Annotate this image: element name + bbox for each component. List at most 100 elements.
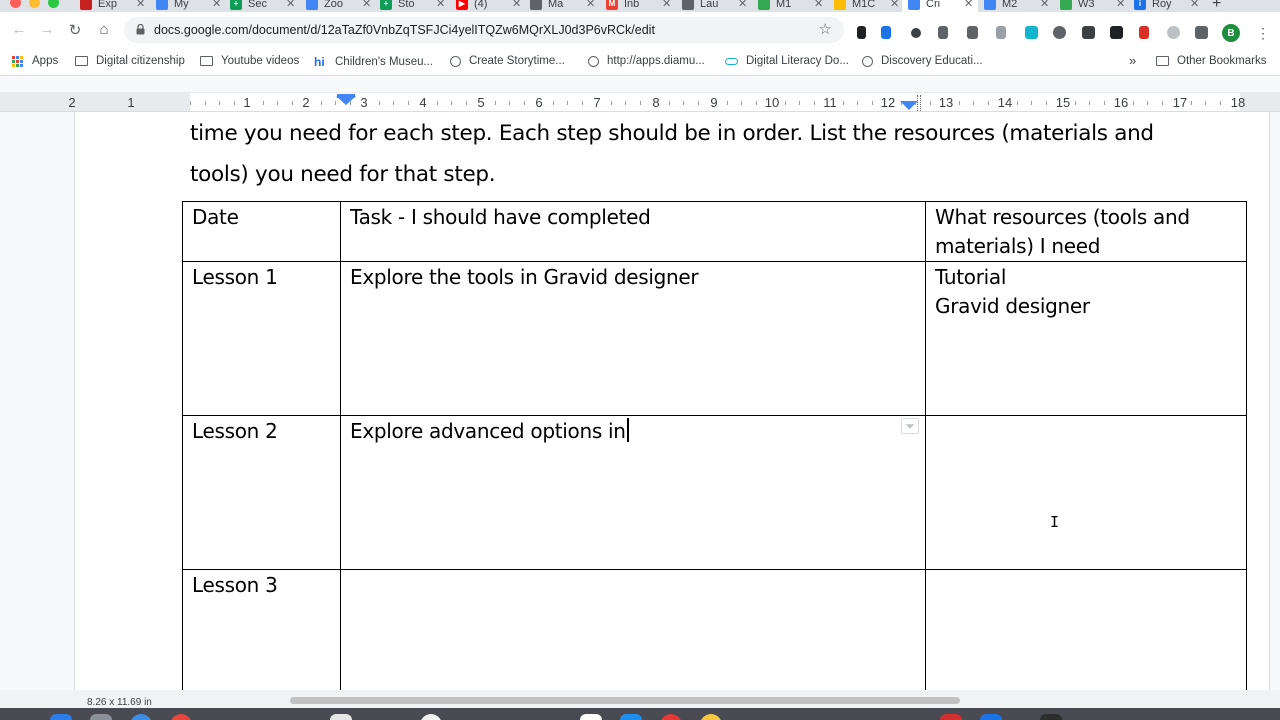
- right-indent-marker[interactable]: [900, 101, 918, 110]
- tab-close-icon[interactable]: ✕: [890, 0, 899, 10]
- screenshot-extension-icon[interactable]: [1025, 26, 1038, 39]
- tab-close-icon[interactable]: ✕: [1040, 0, 1049, 10]
- date-cell[interactable]: Lesson 1: [182, 261, 341, 416]
- browser-tab[interactable]: M2 ✕: [984, 0, 1054, 12]
- date-cell[interactable]: Lesson 2: [182, 415, 341, 570]
- resources-cell[interactable]: [925, 415, 1247, 570]
- other-bookmarks-folder[interactable]: Other Bookmarks: [1156, 55, 1266, 67]
- header-resources-cell[interactable]: What resources (tools and materials) I n…: [925, 201, 1247, 262]
- bookmark-item[interactable]: Discovery Educati...: [862, 55, 983, 67]
- browser-tab[interactable]: i Roy ✕: [1134, 0, 1204, 12]
- tab-close-icon[interactable]: ✕: [1116, 0, 1125, 10]
- tab-close-icon[interactable]: ✕: [1190, 0, 1199, 10]
- extensions-puzzle-icon[interactable]: [1195, 26, 1208, 39]
- tab-close-icon[interactable]: ✕: [212, 0, 221, 10]
- dock-app-icon[interactable]: [700, 714, 722, 720]
- tab-close-icon[interactable]: ✕: [964, 0, 973, 10]
- browser-tab[interactable]: Lau ✕: [682, 0, 752, 12]
- hand-extension-icon[interactable]: [996, 26, 1006, 39]
- document-page[interactable]: time you need for each step. Each step s…: [74, 112, 1270, 690]
- browser-tab[interactable]: My ✕: [156, 0, 226, 12]
- header-task-cell[interactable]: Task - I should have completed: [340, 201, 926, 262]
- tab-close-icon[interactable]: ✕: [586, 0, 595, 10]
- cell-options-dropdown-icon[interactable]: [901, 418, 919, 434]
- zoom-window-button[interactable]: [48, 0, 59, 8]
- bookmark-item[interactable]: Digital citizenship: [75, 55, 185, 67]
- browser-tab[interactable]: M1C ✕: [834, 0, 904, 12]
- profile-avatar[interactable]: B: [1222, 24, 1240, 42]
- bookmark-star-icon[interactable]: ☆: [819, 20, 832, 38]
- bookmark-item[interactable]: Youtube videos: [200, 55, 299, 67]
- browser-tab[interactable]: + Sec ✕: [230, 0, 300, 12]
- shield-extension-icon[interactable]: [967, 26, 978, 39]
- resources-cell[interactable]: Tutorial Gravid designer: [925, 261, 1247, 416]
- forward-button[interactable]: →: [38, 21, 56, 38]
- task-cell[interactable]: [340, 569, 926, 690]
- back-button[interactable]: ←: [10, 21, 28, 38]
- new-tab-button[interactable]: +: [1212, 0, 1221, 12]
- tab-close-icon[interactable]: ✕: [362, 0, 371, 10]
- minimize-window-button[interactable]: [29, 0, 40, 8]
- dock-app-icon[interactable]: [330, 714, 352, 720]
- first-line-indent-marker[interactable]: [337, 94, 355, 98]
- pinterest-extension-icon[interactable]: [1053, 26, 1066, 39]
- bookmark-item[interactable]: hi Children's Museu...: [314, 55, 433, 69]
- bookmark-item[interactable]: Create Storytime...: [450, 55, 565, 67]
- dock-safari-icon[interactable]: [130, 714, 152, 720]
- dock-app-icon[interactable]: [660, 714, 682, 720]
- dock-finder-icon[interactable]: [50, 714, 72, 720]
- dock-app-icon[interactable]: [980, 714, 1002, 720]
- browser-tab[interactable]: W3 ✕: [1060, 0, 1130, 12]
- home-button[interactable]: ⌂: [95, 21, 113, 38]
- bookmark-extension-icon[interactable]: [1139, 26, 1149, 39]
- help-extension-icon[interactable]: [1167, 26, 1180, 39]
- browser-tab[interactable]: Cri ✕: [902, 0, 978, 12]
- browser-menu-icon[interactable]: ⋮: [1256, 25, 1270, 42]
- horizontal-scrollbar[interactable]: [0, 690, 1280, 708]
- tab-close-icon[interactable]: ✕: [738, 0, 747, 10]
- ruler-tick: [553, 101, 554, 105]
- tab-close-icon[interactable]: ✕: [662, 0, 671, 10]
- ruler-tick: [292, 101, 293, 105]
- address-bar[interactable]: docs.google.com/document/d/12aTaZf0VnbZq…: [124, 17, 844, 43]
- dock-app-icon[interactable]: [940, 714, 962, 720]
- bookmarks-overflow-icon[interactable]: »: [1129, 53, 1136, 68]
- pen-extension-icon[interactable]: [857, 26, 866, 39]
- browser-tab[interactable]: + Sto ✕: [380, 0, 450, 12]
- browser-tab[interactable]: Exp ✕: [80, 0, 150, 12]
- dock-chrome-icon[interactable]: [170, 714, 192, 720]
- header-date-cell[interactable]: Date: [182, 201, 341, 262]
- tab-close-icon[interactable]: ✕: [436, 0, 445, 10]
- dock-app-icon[interactable]: [1040, 714, 1062, 720]
- bookmark-item[interactable]: http://apps.diamu...: [588, 55, 705, 67]
- tab-title: Sto: [398, 0, 415, 10]
- bookmark-item[interactable]: Digital Literacy Do...: [725, 55, 849, 67]
- tab-close-icon[interactable]: ✕: [814, 0, 823, 10]
- browser-tab[interactable]: M1 ✕: [758, 0, 828, 12]
- tab-close-icon[interactable]: ✕: [512, 0, 521, 10]
- date-cell[interactable]: Lesson 3: [182, 569, 341, 690]
- dock-app-icon[interactable]: [620, 714, 642, 720]
- tab-close-icon[interactable]: ✕: [136, 0, 145, 10]
- puzzle-tool-extension-icon[interactable]: [938, 26, 948, 39]
- dr-extension-icon[interactable]: [1082, 26, 1095, 39]
- resources-cell[interactable]: [925, 569, 1247, 690]
- dock-app-icon[interactable]: [580, 714, 602, 720]
- dock-app-icon[interactable]: [420, 714, 442, 720]
- megaphone-extension-icon[interactable]: [881, 26, 891, 39]
- task-cell[interactable]: Explore the tools in Gravid designer: [340, 261, 926, 416]
- browser-tab[interactable]: ▶ (4) ✕: [456, 0, 526, 12]
- reload-button[interactable]: ↻: [66, 21, 84, 39]
- dock-launchpad-icon[interactable]: [90, 714, 112, 720]
- browser-tab[interactable]: Ma ✕: [530, 0, 600, 12]
- close-window-button[interactable]: [10, 0, 21, 8]
- bookmark-item[interactable]: Apps: [12, 55, 58, 67]
- tab-close-icon[interactable]: ✕: [286, 0, 295, 10]
- task-cell-editing[interactable]: Explore advanced options in: [340, 415, 926, 570]
- browser-tab[interactable]: Zoo ✕: [306, 0, 376, 12]
- scrollbar-thumb[interactable]: [290, 697, 960, 704]
- screencast-extension-icon[interactable]: [1110, 26, 1123, 39]
- column-divider-marker[interactable]: [917, 95, 921, 111]
- circle-extension-icon[interactable]: [911, 28, 921, 38]
- browser-tab[interactable]: M Inb ✕: [606, 0, 676, 12]
